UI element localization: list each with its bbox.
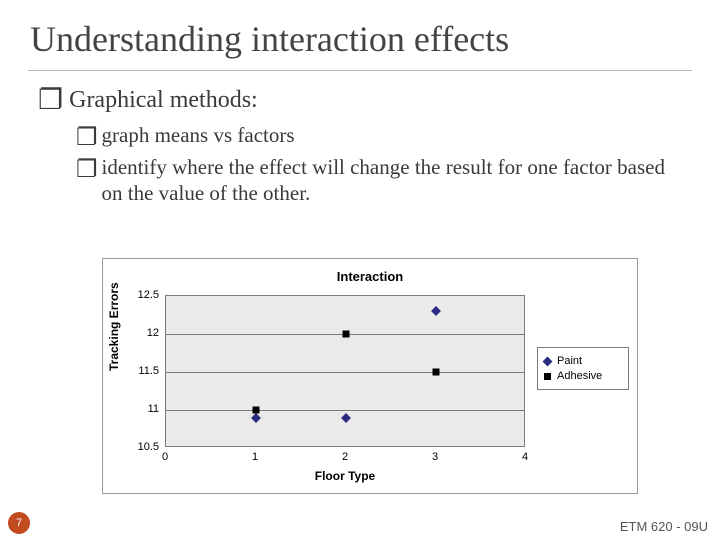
diamond-icon — [341, 413, 351, 423]
footer-label: ETM 620 - 09U — [620, 519, 708, 534]
chart-ytick: 12.5 — [119, 289, 159, 301]
chart-gridline — [166, 410, 524, 411]
square-icon — [544, 373, 551, 380]
chart-plot-area — [165, 295, 525, 447]
bullet-l2-text: graph means vs factors — [102, 122, 295, 148]
body-region: ❐ Graphical methods: ❐ graph means vs fa… — [0, 71, 720, 207]
chart-legend: Paint Adhesive — [537, 347, 629, 390]
chart-ytick: 10.5 — [119, 441, 159, 453]
bullet-level1: ❐ Graphical methods: — [38, 85, 690, 114]
chart-xtick: 1 — [252, 451, 258, 463]
bullet-icon: ❐ — [76, 123, 98, 153]
legend-label: Adhesive — [557, 370, 602, 382]
chart-xtick: 3 — [432, 451, 438, 463]
square-icon — [343, 331, 350, 338]
interaction-chart: Interaction Tracking Errors Floor Type P… — [102, 258, 638, 494]
page-number-badge: 7 — [8, 512, 30, 534]
chart-gridline — [166, 372, 524, 373]
chart-ytick: 11 — [119, 403, 159, 415]
diamond-icon — [543, 356, 553, 366]
sub-bullets: ❐ graph means vs factors ❐ identify wher… — [38, 122, 690, 207]
bullet-level2: ❐ graph means vs factors — [76, 122, 690, 152]
chart-xtick: 0 — [162, 451, 168, 463]
diamond-icon — [431, 306, 441, 316]
title-region: Understanding interaction effects — [0, 0, 720, 66]
legend-label: Paint — [557, 355, 582, 367]
chart-xtick: 2 — [342, 451, 348, 463]
legend-item-paint: Paint — [544, 355, 622, 367]
legend-item-adhesive: Adhesive — [544, 370, 622, 382]
bullet-icon: ❐ — [76, 155, 98, 185]
chart-title: Interaction — [103, 269, 637, 284]
bullet-level2: ❐ identify where the effect will change … — [76, 154, 690, 207]
diamond-icon — [251, 413, 261, 423]
chart-xtick: 4 — [522, 451, 528, 463]
chart-ytick: 12 — [119, 327, 159, 339]
square-icon — [253, 407, 260, 414]
bullet-l2-text: identify where the effect will change th… — [102, 154, 690, 207]
square-icon — [433, 369, 440, 376]
bullet-icon: ❐ — [38, 87, 63, 115]
slide-title: Understanding interaction effects — [30, 18, 690, 60]
chart-xlabel: Floor Type — [134, 469, 556, 483]
bullet-l1-text: Graphical methods: — [69, 87, 258, 114]
page-number: 7 — [16, 517, 22, 529]
chart-ytick: 11.5 — [119, 365, 159, 377]
